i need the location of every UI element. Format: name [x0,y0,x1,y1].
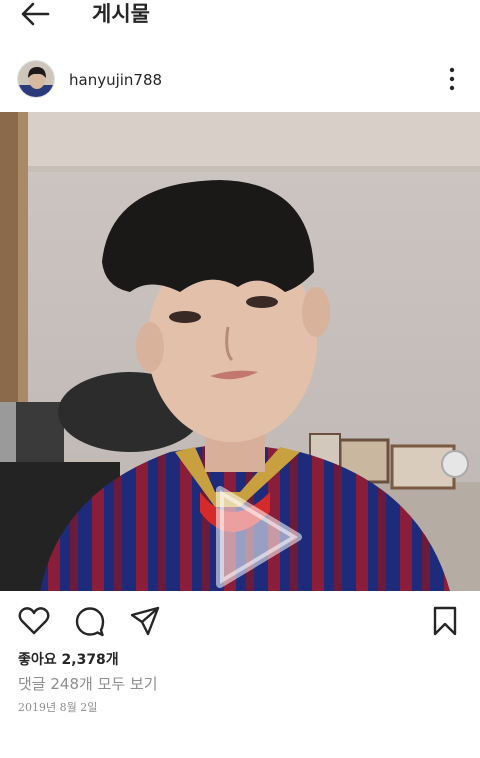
send-paper-plane-icon [130,606,160,636]
post-date: 2019년 8월 2일 [18,701,98,714]
username[interactable]: hanyujin788 [69,70,162,90]
like-button[interactable] [17,604,51,638]
save-button[interactable] [428,604,462,638]
avatar[interactable] [17,60,55,98]
play-button[interactable] [210,482,306,591]
back-button[interactable] [18,0,52,30]
play-icon [216,486,302,588]
likes-count[interactable]: 좋아요 2,378개 [18,650,119,670]
top-bar: 게시물 [0,0,480,34]
profile-avatar [18,61,54,97]
arrow-left-icon [21,2,50,26]
page-title: 게시물 [92,2,150,26]
post-actions [0,600,480,640]
more-options-button[interactable] [440,66,464,92]
heart-icon [18,607,50,635]
view-all-comments-link[interactable]: 댓글 248개 모두 보기 [18,674,158,694]
comment-button[interactable] [73,604,107,638]
bookmark-icon [433,606,457,636]
comment-bubble-icon [75,607,105,637]
post-header: hanyujin788 [0,58,480,102]
post-video[interactable] [0,112,480,591]
share-button[interactable] [128,604,162,638]
more-vertical-icon [449,67,455,91]
